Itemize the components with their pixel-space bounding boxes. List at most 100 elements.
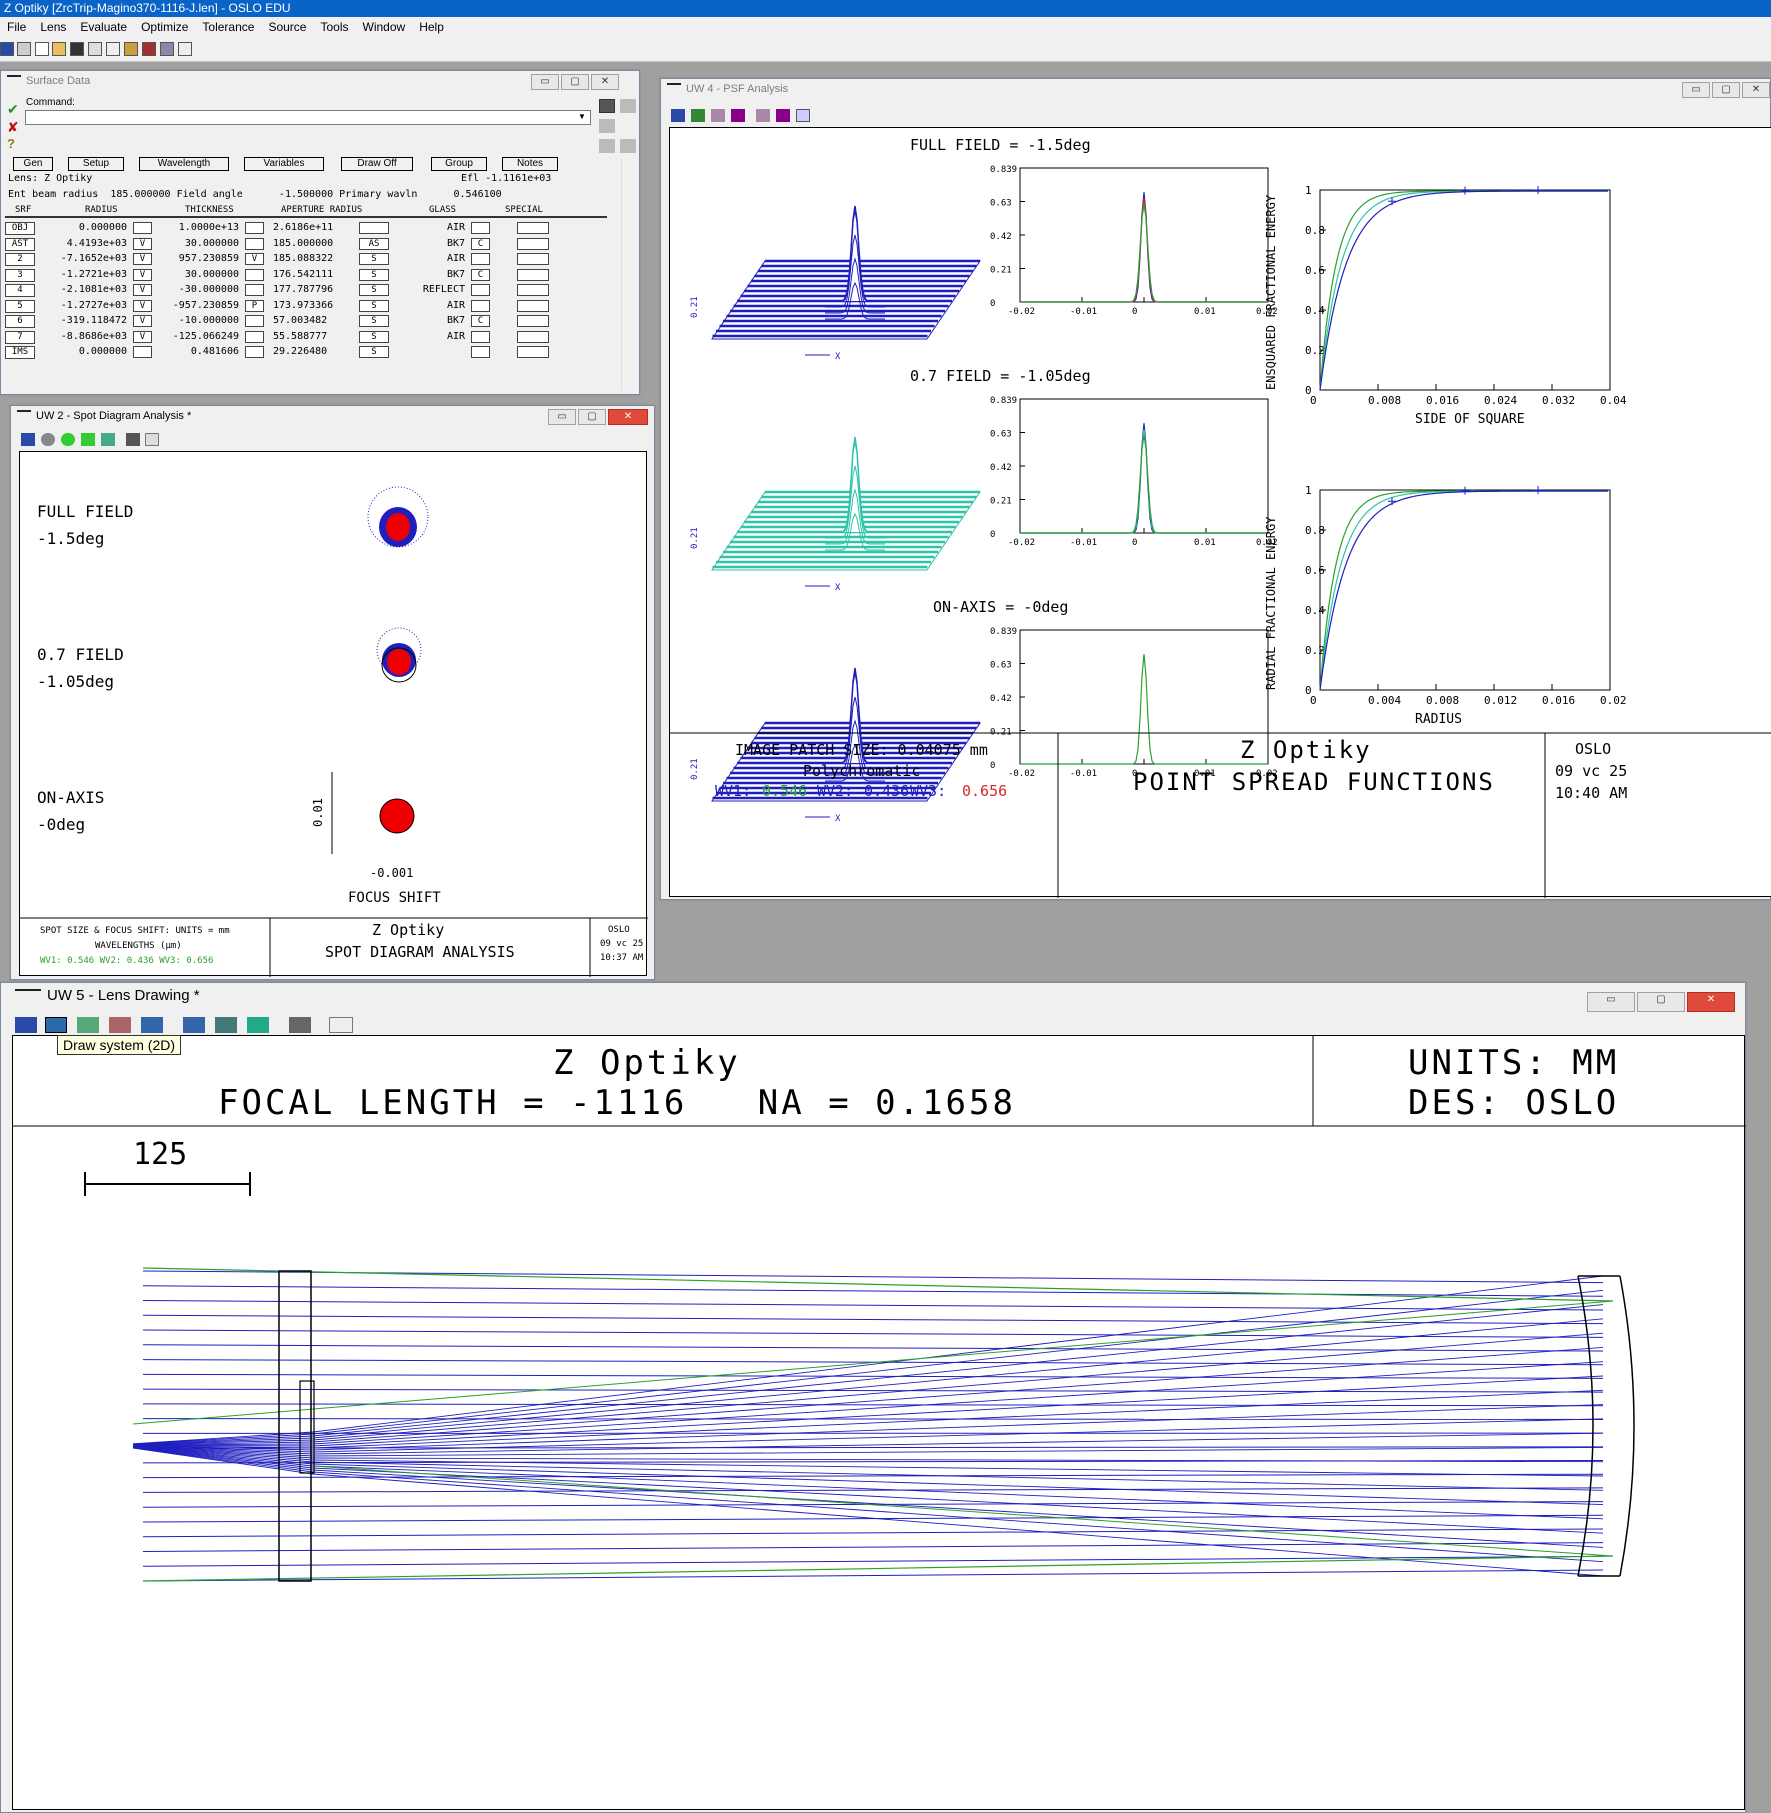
chevron-down-icon[interactable]: ▼ — [575, 112, 589, 123]
surface-row[interactable]: 4 -2.1081e+03 V -30.000000 177.787796 S REFLEC… — [5, 283, 549, 298]
menu-help[interactable]: Help — [412, 17, 451, 34]
surface-row[interactable]: 2 -7.1652e+03 V 957.230859 V 185.088322 S AIR — [5, 252, 549, 267]
thickness-value[interactable]: -10.000000 — [179, 315, 239, 326]
radius-flag[interactable] — [133, 222, 152, 234]
thickness-value[interactable]: 30.000000 — [185, 269, 239, 280]
menu-evaluate[interactable]: Evaluate — [73, 17, 134, 34]
radius-flag[interactable]: V — [133, 237, 152, 250]
side-tool-icon[interactable] — [599, 99, 615, 113]
side-tool-icon-4[interactable] — [599, 139, 615, 153]
srf-id[interactable]: 7 — [5, 330, 35, 344]
window-system-icon[interactable] — [17, 410, 31, 423]
close-button[interactable]: ✕ — [608, 409, 648, 425]
side-tool-icon-3[interactable] — [599, 119, 615, 133]
menu-file[interactable]: File — [0, 17, 33, 34]
radius-value[interactable]: 0.000000 — [79, 222, 127, 233]
close-button[interactable]: ✕ — [1687, 992, 1735, 1012]
aperture-value[interactable]: 177.787796 — [273, 284, 333, 295]
aperture-value[interactable]: 173.973366 — [273, 300, 333, 311]
special-button[interactable] — [517, 237, 549, 250]
surface-row[interactable]: 6 -319.118472 V -10.000000 57.003482 S BK7 C — [5, 314, 549, 329]
aperture-value[interactable]: 29.226480 — [273, 346, 327, 357]
help-question-icon[interactable]: ? — [7, 136, 15, 151]
glass-flag[interactable]: C — [471, 237, 490, 250]
radius-value[interactable]: -1.2721e+03 — [61, 269, 127, 280]
grid-icon[interactable] — [160, 42, 174, 56]
aperture-value[interactable]: 55.588777 — [273, 331, 327, 342]
srf-id[interactable]: 2 — [5, 253, 35, 266]
vertical-scrollbar[interactable] — [621, 159, 635, 391]
radius-value[interactable]: 0.000000 — [79, 346, 127, 357]
glass-value[interactable]: AIR — [447, 331, 465, 342]
thickness-value[interactable]: 0.481606 — [191, 346, 239, 357]
ope-icon[interactable] — [329, 1017, 353, 1033]
special-button[interactable] — [517, 222, 549, 234]
radius-flag[interactable]: V — [133, 330, 152, 343]
surface-row[interactable]: 5 -1.2727e+03 V -957.230859 P 173.973366 S AIR — [5, 299, 549, 314]
menu-source[interactable]: Source — [261, 17, 313, 34]
glass-flag[interactable] — [471, 253, 490, 265]
thickness-flag[interactable] — [245, 330, 264, 343]
thickness-value[interactable]: 957.230859 — [179, 253, 239, 264]
glass-flag[interactable] — [471, 346, 490, 358]
thickness-value[interactable]: -30.000000 — [179, 284, 239, 295]
close-button[interactable]: ✕ — [591, 74, 619, 90]
spot-green-icon[interactable] — [61, 433, 75, 446]
graph-icon[interactable] — [796, 109, 810, 122]
surface-row[interactable]: IMS 0.000000 0.481606 29.226480 S — [5, 345, 549, 360]
ope-icon[interactable] — [178, 42, 192, 56]
window-system-icon[interactable] — [667, 83, 681, 96]
srf-id[interactable]: 5 — [5, 299, 35, 313]
window-grid-icon[interactable] — [671, 109, 685, 122]
menu-lens[interactable]: Lens — [33, 17, 73, 34]
surface-row[interactable]: 7 -8.8686e+03 V -125.066249 55.588777 S AIR — [5, 330, 549, 345]
plot-icon[interactable] — [776, 109, 790, 122]
maximize-button[interactable]: ▢ — [578, 409, 606, 425]
menu-optimize[interactable]: Optimize — [134, 17, 195, 34]
maximize-button[interactable]: ▢ — [561, 74, 589, 90]
glass-flag[interactable]: C — [471, 268, 490, 281]
glass-value[interactable]: BK7 — [447, 315, 465, 326]
menu-tools[interactable]: Tools — [313, 17, 355, 34]
aperture-value[interactable]: 2.6186e+11 — [273, 222, 333, 233]
minimize-button[interactable]: ▭ — [548, 409, 576, 425]
glass-value[interactable]: BK7 — [447, 238, 465, 249]
surface-row[interactable]: 3 -1.2721e+03 V 30.000000 176.542111 S BK7 C — [5, 268, 549, 283]
stop-icon[interactable] — [142, 42, 156, 56]
glass-value[interactable]: AIR — [447, 222, 465, 233]
tab-notes[interactable]: Notes — [502, 157, 558, 171]
chart-icon[interactable] — [101, 433, 115, 446]
psf-icon[interactable] — [691, 109, 705, 122]
new-file-icon[interactable] — [35, 42, 49, 56]
aperture-flag[interactable]: S — [359, 330, 389, 343]
minimize-button[interactable]: ▭ — [531, 74, 559, 90]
glass-flag[interactable] — [471, 222, 490, 234]
open-folder-icon[interactable] — [52, 42, 66, 56]
aperture-flag[interactable]: S — [359, 253, 389, 265]
minimize-button[interactable]: ▭ — [1587, 992, 1635, 1012]
radius-flag[interactable]: V — [133, 315, 152, 327]
glass-flag[interactable] — [471, 299, 490, 312]
thickness-flag[interactable] — [245, 237, 264, 250]
thickness-flag[interactable]: V — [245, 253, 264, 265]
draw-globe-icon[interactable] — [247, 1017, 269, 1033]
save-icon[interactable] — [70, 42, 84, 56]
srf-id[interactable]: OBJ — [5, 222, 35, 235]
radius-flag[interactable]: V — [133, 253, 152, 265]
cancel-x-icon[interactable]: ✘ — [7, 119, 19, 136]
special-button[interactable] — [517, 315, 549, 327]
glass-flag[interactable] — [471, 330, 490, 343]
radius-value[interactable]: -319.118472 — [61, 315, 127, 326]
thickness-flag[interactable] — [245, 346, 264, 358]
special-button[interactable] — [517, 330, 549, 343]
draw-system-2d-icon[interactable] — [45, 1017, 67, 1033]
special-button[interactable] — [517, 299, 549, 312]
thickness-flag[interactable] — [245, 268, 264, 281]
thickness-flag[interactable] — [245, 315, 264, 327]
special-button[interactable] — [517, 284, 549, 296]
surface-row[interactable]: AST 4.4193e+03 V 30.000000 185.000000 AS BK7 C — [5, 237, 549, 252]
thickness-value[interactable]: 30.000000 — [185, 238, 239, 249]
minimize-button[interactable]: ▭ — [1682, 82, 1710, 98]
close-button[interactable]: ✕ — [1742, 82, 1770, 98]
aperture-value[interactable]: 185.000000 — [273, 238, 333, 249]
